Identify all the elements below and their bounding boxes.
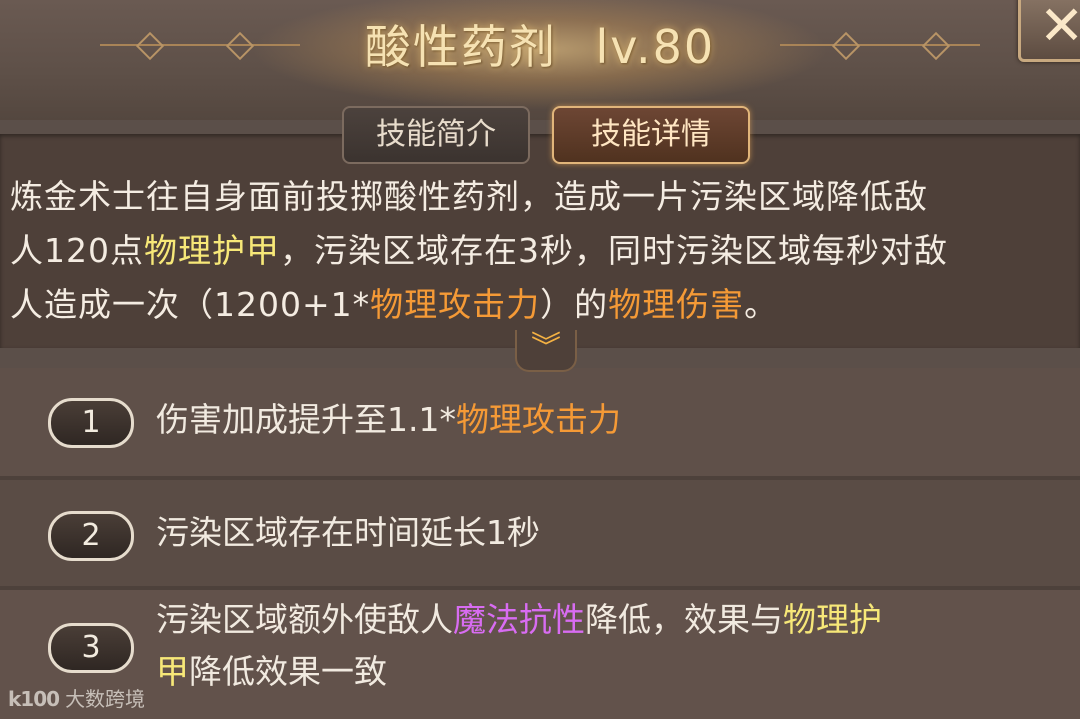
skill-description: 炼金术士往自身面前投掷酸性药剂，造成一片污染区域降低敌 人120点物理护甲，污染… — [10, 170, 1075, 332]
upgrade-number-badge: 3 — [48, 623, 134, 673]
keyword-physical-armor: 甲 — [156, 652, 189, 691]
keyword-physical-armor: 物理护 — [783, 600, 882, 639]
upgrade-text: 伤害加成提升至1.1*物理攻击力 — [156, 400, 621, 439]
expand-chevron-button[interactable]: ︾ — [515, 330, 577, 372]
description-line: 人120点物理护甲，污染区域存在3秒，同时污染区域每秒对敌 — [10, 231, 948, 270]
tab-skill-intro[interactable]: 技能简介 — [342, 106, 530, 164]
skill-name: 酸性药剂 — [364, 20, 557, 74]
upgrade-row-1: 1 伤害加成提升至1.1*物理攻击力 — [0, 368, 1080, 476]
description-line: 人造成一次（1200+1*物理攻击力）的物理伤害。 — [10, 285, 779, 324]
tab-skill-details[interactable]: 技能详情 — [552, 106, 750, 164]
skill-level: lv.80 — [595, 20, 716, 74]
description-line: 炼金术士往自身面前投掷酸性药剂，造成一片污染区域降低敌 — [10, 177, 928, 216]
upgrade-text: 污染区域存在时间延长1秒 — [156, 513, 540, 552]
keyword-physical-damage: 物理伤害 — [608, 285, 745, 324]
double-chevron-down-icon: ︾ — [531, 330, 561, 365]
skill-title: 酸性药剂 lv.80 — [300, 12, 780, 82]
close-icon: ✕ — [1039, 0, 1080, 57]
watermark: k100 大数跨境 — [8, 685, 145, 713]
watermark-text: 大数跨境 — [65, 687, 146, 711]
keyword-physical-attack: 物理攻击力 — [455, 400, 621, 439]
upgrade-number-badge: 2 — [48, 511, 134, 561]
close-button[interactable]: ✕ — [1018, 0, 1080, 62]
upgrade-row-2: 2 污染区域存在时间延长1秒 — [0, 480, 1080, 586]
upgrade-text: 污染区域额外使敌人魔法抗性降低，效果与物理护 甲降低效果一致 — [156, 600, 882, 691]
upgrade-number-badge: 1 — [48, 398, 134, 448]
ornament-diamond-icon — [135, 31, 165, 61]
keyword-magic-resist: 魔法抗性 — [453, 600, 585, 639]
keyword-physical-attack: 物理攻击力 — [370, 285, 541, 324]
upgrade-row-3: 3 污染区域额外使敌人魔法抗性降低，效果与物理护 甲降低效果一致 — [0, 590, 1080, 719]
keyword-physical-armor: 物理护甲 — [144, 231, 280, 270]
ornament-diamond-icon — [831, 31, 861, 61]
skill-header: 酸性药剂 lv.80 — [0, 0, 1080, 120]
ornament-diamond-icon — [921, 31, 951, 61]
ornament-left — [100, 44, 300, 46]
watermark-logo: k100 — [8, 687, 60, 711]
